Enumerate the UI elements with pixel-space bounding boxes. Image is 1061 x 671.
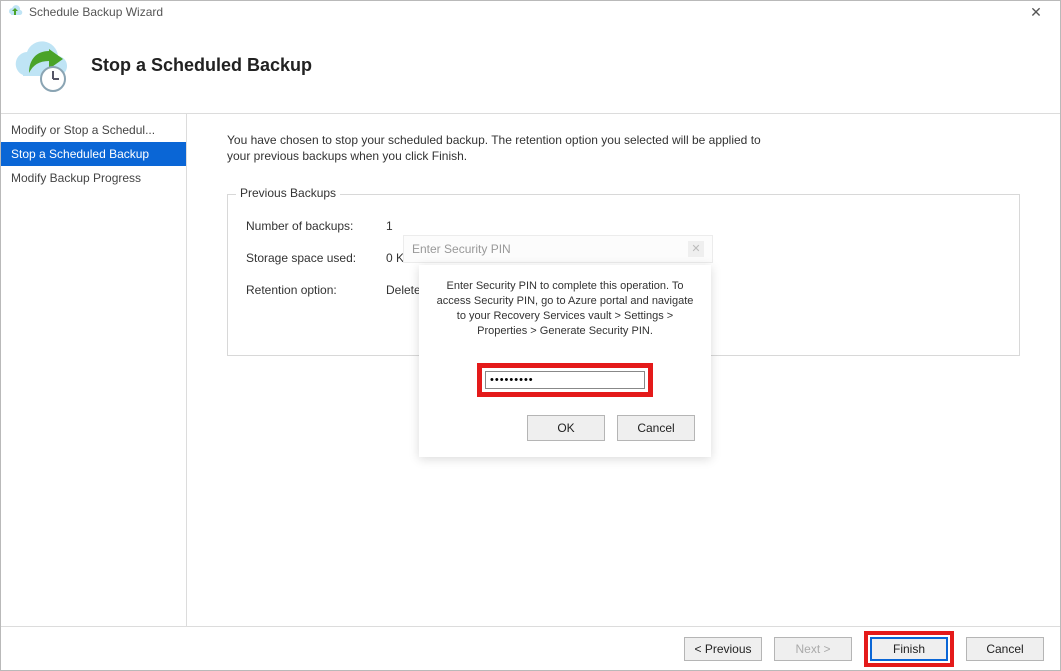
sidebar-step-modify-or-stop[interactable]: Modify or Stop a Schedul... <box>1 118 186 142</box>
page-title: Stop a Scheduled Backup <box>91 55 312 76</box>
pin-flyout-title: Enter Security PIN <box>412 242 511 256</box>
label-number-of-backups: Number of backups: <box>246 219 386 233</box>
security-pin-input[interactable] <box>485 371 645 389</box>
wizard-window: Schedule Backup Wizard ✕ Stop a Schedule… <box>0 0 1061 671</box>
group-legend: Previous Backups <box>236 186 340 200</box>
app-icon <box>7 4 23 20</box>
previous-backups-group: Previous Backups Number of backups: 1 St… <box>227 194 1020 356</box>
sidebar-step-progress[interactable]: Modify Backup Progress <box>1 166 186 190</box>
wizard-body: Modify or Stop a Schedul... Stop a Sched… <box>1 113 1060 626</box>
value-number-of-backups: 1 <box>386 219 446 233</box>
main-panel: You have chosen to stop your scheduled b… <box>187 114 1060 626</box>
pin-cancel-button[interactable]: Cancel <box>617 415 695 441</box>
label-retention-option: Retention option: <box>246 283 386 297</box>
intro-text: You have chosen to stop your scheduled b… <box>227 132 787 164</box>
wizard-footer: < Previous Next > Finish Cancel <box>1 626 1060 670</box>
label-storage-used: Storage space used: <box>246 251 386 265</box>
pin-flyout-header: Enter Security PIN ✕ <box>403 235 713 263</box>
next-button: Next > <box>774 637 852 661</box>
pin-ok-button[interactable]: OK <box>527 415 605 441</box>
titlebar: Schedule Backup Wizard ✕ <box>1 1 1060 23</box>
wizard-header: Stop a Scheduled Backup <box>1 23 1060 113</box>
sidebar-step-stop-backup[interactable]: Stop a Scheduled Backup <box>1 142 186 166</box>
sidebar: Modify or Stop a Schedul... Stop a Sched… <box>1 114 187 626</box>
pin-dialog: Enter Security PIN to complete this oper… <box>419 265 711 456</box>
header-icon <box>11 35 71 95</box>
window-title: Schedule Backup Wizard <box>29 5 163 19</box>
pin-flyout-close-icon[interactable]: ✕ <box>688 241 704 257</box>
finish-button[interactable]: Finish <box>870 637 948 661</box>
pin-dialog-message: Enter Security PIN to complete this oper… <box>435 279 695 338</box>
pin-dialog-buttons: OK Cancel <box>435 415 695 441</box>
previous-button[interactable]: < Previous <box>684 637 762 661</box>
close-icon[interactable]: ✕ <box>1018 4 1054 20</box>
cancel-button[interactable]: Cancel <box>966 637 1044 661</box>
finish-button-highlight: Finish <box>864 631 954 667</box>
pin-input-highlight <box>477 363 653 397</box>
row-number-of-backups: Number of backups: 1 <box>246 219 1001 233</box>
